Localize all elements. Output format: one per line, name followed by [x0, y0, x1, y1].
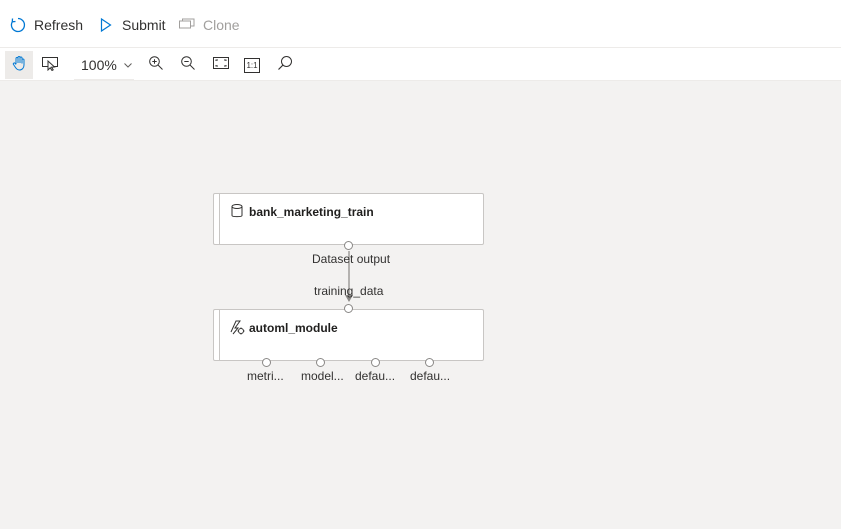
- actual-size-icon: 1:1: [244, 57, 260, 73]
- zoom-in-icon: [148, 55, 164, 76]
- clone-icon: [178, 16, 196, 34]
- zoom-out-icon: [180, 55, 196, 76]
- node-stripe: [214, 310, 220, 360]
- output-port-model[interactable]: [316, 358, 325, 367]
- input-port-training-data[interactable]: [344, 304, 353, 313]
- submit-button[interactable]: Submit: [97, 14, 166, 36]
- pipeline-edge: [345, 251, 353, 302]
- chevron-down-icon: [123, 60, 133, 70]
- refresh-button[interactable]: Refresh: [9, 14, 83, 36]
- command-bar: Refresh Submit Clone: [0, 0, 841, 48]
- zoom-level-value: 100%: [81, 57, 117, 73]
- pipeline-node-dataset[interactable]: bank_marketing_train: [213, 193, 484, 245]
- output-port-default-1[interactable]: [371, 358, 380, 367]
- output-port-dataset-output[interactable]: [344, 241, 353, 250]
- pipeline-node-automl[interactable]: automl_module: [213, 309, 484, 361]
- zoom-out-button[interactable]: [174, 51, 202, 79]
- port-label: defau...: [410, 369, 451, 383]
- select-tool-button[interactable]: [36, 51, 64, 79]
- submit-label: Submit: [122, 17, 166, 33]
- refresh-icon: [9, 16, 27, 34]
- output-port-default-2[interactable]: [425, 358, 434, 367]
- refresh-label: Refresh: [34, 17, 84, 33]
- node-title: automl_module: [249, 321, 338, 335]
- zoom-level-dropdown[interactable]: 100%: [74, 51, 134, 80]
- port-label: model...: [301, 369, 344, 383]
- actual-size-button[interactable]: 1:1: [238, 51, 266, 79]
- actual-size-label: 1:1: [246, 60, 258, 70]
- port-label: training_data: [314, 284, 384, 298]
- clone-label: Clone: [203, 17, 240, 33]
- play-icon: [97, 16, 115, 34]
- clone-button[interactable]: Clone: [178, 14, 240, 36]
- canvas-toolbar: 100% 1:1: [0, 48, 841, 81]
- search-button[interactable]: [271, 51, 299, 79]
- dataset-icon: [229, 203, 245, 219]
- select-pointer-icon: [41, 55, 59, 76]
- pan-tool-button[interactable]: [5, 51, 33, 79]
- zoom-in-button[interactable]: [142, 51, 170, 79]
- fit-to-screen-button[interactable]: [207, 51, 235, 79]
- pipeline-canvas[interactable]: bank_marketing_train Dataset output trai…: [0, 81, 841, 529]
- hand-icon: [11, 55, 27, 76]
- fit-screen-icon: [213, 55, 229, 76]
- search-icon: [277, 55, 293, 76]
- output-port-metrics[interactable]: [262, 358, 271, 367]
- port-label: metri...: [247, 369, 284, 383]
- node-title: bank_marketing_train: [249, 205, 374, 219]
- port-label: defau...: [355, 369, 396, 383]
- port-label: Dataset output: [312, 252, 391, 266]
- node-stripe: [214, 194, 220, 244]
- automl-icon: [229, 319, 245, 335]
